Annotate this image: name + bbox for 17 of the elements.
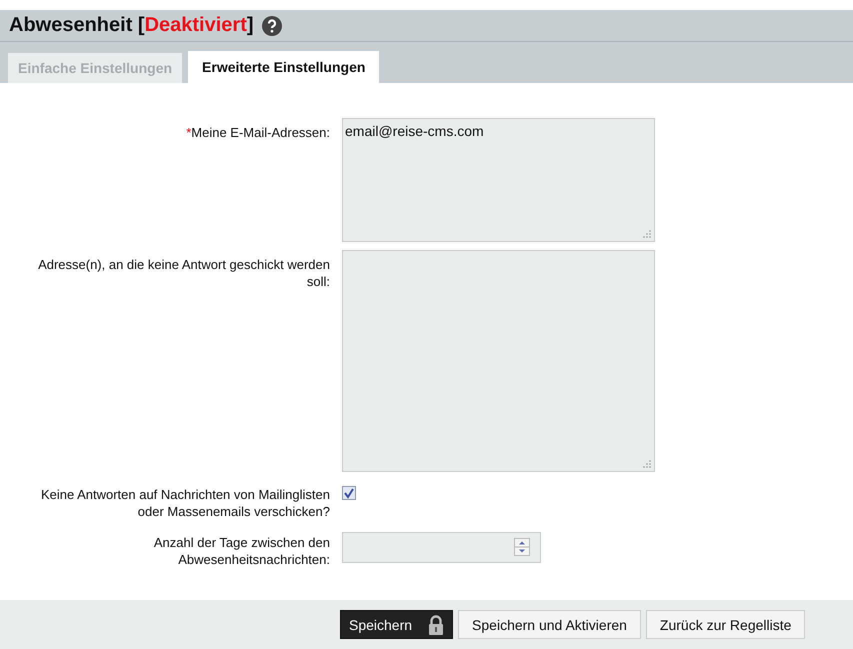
resize-grip-icon[interactable] xyxy=(643,460,651,468)
button[interactable]: Speichern xyxy=(340,610,454,639)
field-label: Adresse(n), an die keine Antwort geschickt werden soll: xyxy=(37,256,330,291)
tab[interactable]: Erweiterte Einstellungen xyxy=(188,51,380,83)
field-label: Anzahl der Tage zwischen den Abwesenheitsnachrichten: xyxy=(152,534,330,568)
resize-grip-icon[interactable] xyxy=(643,230,651,238)
help-icon[interactable] xyxy=(262,16,282,36)
spinner-icon[interactable] xyxy=(514,538,530,556)
checkbox[interactable] xyxy=(342,486,356,500)
window-title: Abwesenheit [Deaktiviert] xyxy=(9,14,254,37)
number-field[interactable] xyxy=(342,532,541,563)
button[interactable]: Speichern und Aktivieren xyxy=(458,610,641,639)
field-label: *Meine E-Mail-Adressen: xyxy=(185,124,330,142)
field-label: Keine Antworten auf Nachrichten von Mailinglisten oder Massenemails verschicken? xyxy=(40,486,330,520)
button[interactable]: Zurück zur Regelliste xyxy=(646,610,806,639)
text-area[interactable]: email@reise-cms.com xyxy=(342,118,655,242)
lock-icon xyxy=(428,614,444,634)
